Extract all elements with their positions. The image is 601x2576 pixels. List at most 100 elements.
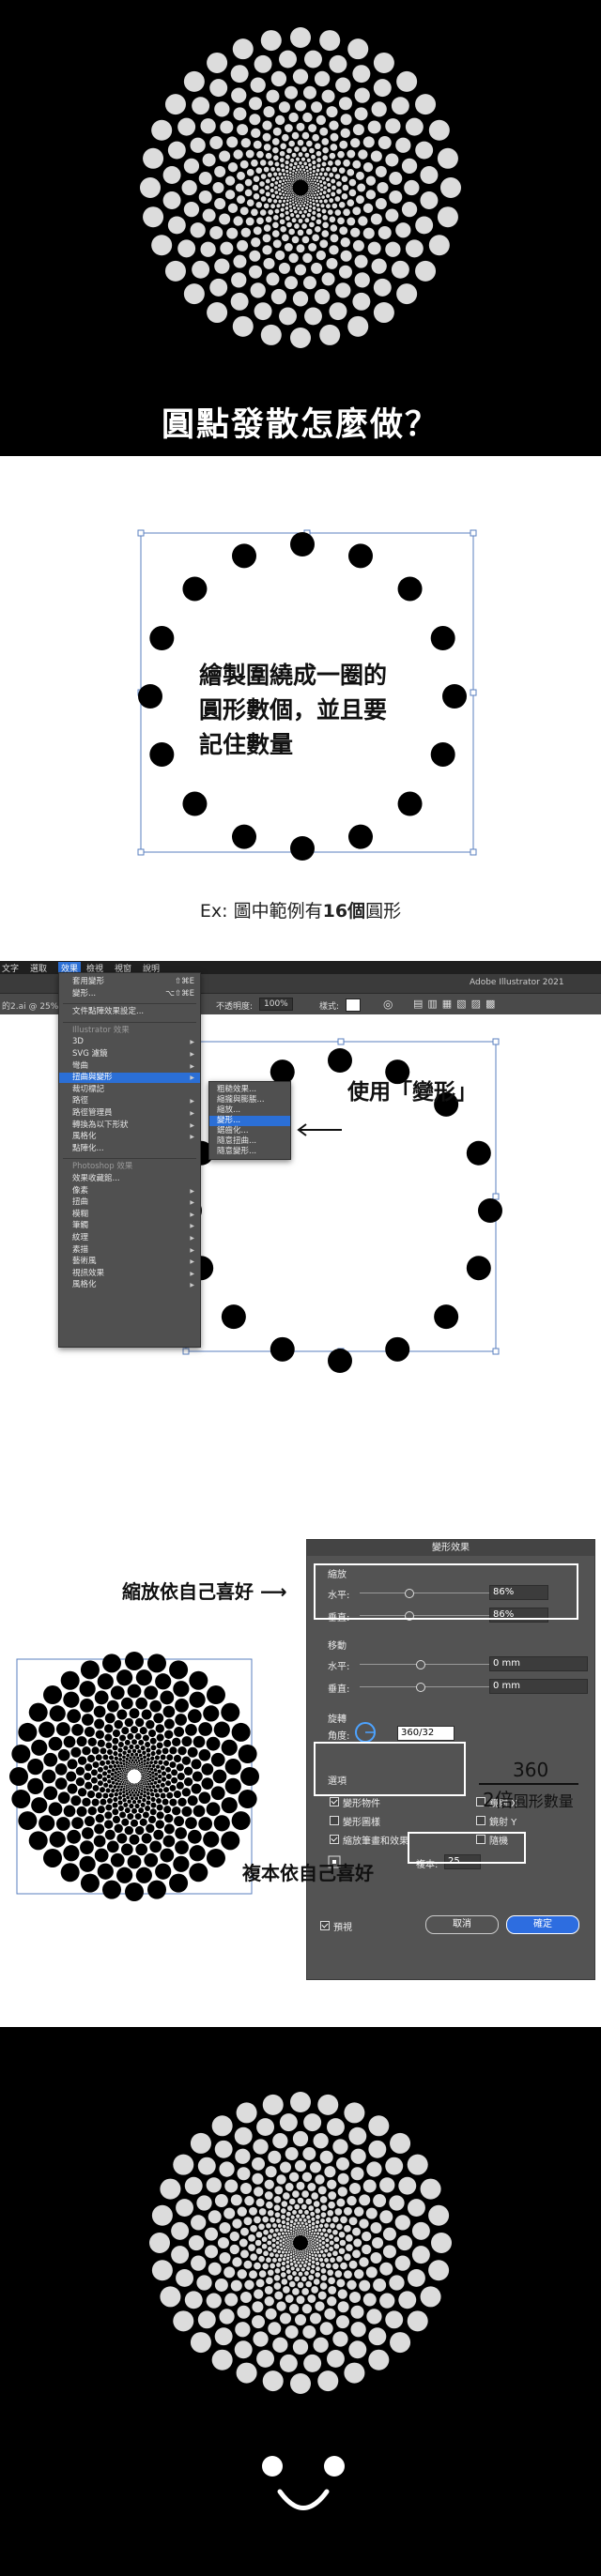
effect-menu-item[interactable]: 轉換為以下形狀 ▶ [59, 1120, 200, 1131]
pattern-dot [244, 2196, 254, 2206]
effect-menu-item[interactable]: 模糊 ▶ [59, 1210, 200, 1220]
pattern-dot [130, 1761, 133, 1764]
pattern-dot [308, 2230, 312, 2233]
pattern-dot [146, 1747, 151, 1753]
distort-menu-item[interactable]: 隨意扭曲... [209, 1136, 290, 1147]
pattern-dot [39, 1815, 55, 1832]
pattern-dot [299, 168, 302, 171]
document-tab[interactable]: 的2.ai @ 25% ( [2, 999, 65, 1012]
pattern-dot [116, 1788, 119, 1792]
distort-menu-item[interactable]: 變形... [209, 1116, 290, 1126]
menu-0[interactable]: 文字 [2, 962, 19, 974]
pattern-dot [127, 1764, 131, 1767]
option-checkbox[interactable] [330, 1797, 339, 1806]
pattern-dot [268, 209, 274, 215]
pattern-dot [263, 2229, 269, 2235]
pattern-dot [197, 2157, 216, 2175]
angle-field[interactable]: 360/32 [397, 1726, 455, 1741]
effect-menu-item[interactable]: 筆觸 ▶ [59, 1221, 200, 1231]
pattern-dot [267, 2240, 272, 2246]
effect-menu-item[interactable]: 路徑 ▶ [59, 1096, 200, 1106]
pattern-dot [306, 2235, 308, 2237]
pattern-dot [368, 2115, 390, 2137]
effect-menu-item[interactable]: 裁切標記 [59, 1085, 200, 1095]
option-checkbox[interactable] [476, 1816, 485, 1825]
style-swatch[interactable] [346, 998, 361, 1012]
pattern-dot [297, 2229, 300, 2232]
pattern-dot [256, 217, 264, 225]
pattern-dot [304, 2253, 307, 2256]
pattern-dot [320, 2263, 325, 2267]
effect-menu-item[interactable]: 文件點陣效果設定... [59, 1007, 200, 1017]
cancel-button[interactable]: 取消 [425, 1915, 499, 1934]
move-h-slider[interactable] [360, 1664, 501, 1665]
ring-dot [182, 791, 208, 816]
pattern-dot [138, 1795, 143, 1800]
pattern-dot [319, 2249, 324, 2254]
preview-checkbox[interactable] [320, 1921, 330, 1930]
pattern-dot [318, 199, 323, 204]
effect-menu-item[interactable]: 彎曲 ▶ [59, 1061, 200, 1072]
pattern-dot [316, 250, 327, 261]
pattern-dot [11, 1789, 31, 1808]
pattern-dot [140, 1745, 146, 1751]
effect-menu-item[interactable]: 藝術風 ▶ [59, 1257, 200, 1267]
recolor-icon[interactable]: ◎ [383, 998, 393, 1011]
pattern-dot [134, 1752, 139, 1757]
effect-menu-item[interactable]: 風格化 ▶ [59, 1280, 200, 1290]
pattern-dot [175, 1714, 187, 1726]
pattern-dot [113, 1796, 118, 1803]
distort-menu-item[interactable]: 縮放... [209, 1105, 290, 1116]
pattern-dot [300, 206, 304, 210]
move-v-knob[interactable] [416, 1683, 425, 1692]
option-checkbox[interactable] [330, 1816, 339, 1825]
move-v-slider[interactable] [360, 1686, 501, 1687]
effect-menu-item[interactable]: 視訊效果 ▶ [59, 1269, 200, 1279]
effect-menu-item[interactable]: 素描 ▶ [59, 1245, 200, 1256]
effect-menu-item[interactable]: SVG 濾鏡 ▶ [59, 1049, 200, 1059]
pattern-dot [350, 227, 361, 237]
submenu-arrow-icon: ▶ [190, 1187, 194, 1195]
distort-menu-item[interactable]: 粗糙效果... [209, 1085, 290, 1095]
effect-menu-item[interactable]: 像素 ▶ [59, 1186, 200, 1197]
align-icons[interactable]: ▤▥▦▧▨▩ [413, 998, 500, 1010]
pattern-dot [138, 1739, 145, 1745]
pattern-dot [153, 1829, 164, 1840]
distort-menu-item[interactable]: 隨意變形... [209, 1147, 290, 1157]
ok-button[interactable]: 確定 [506, 1915, 579, 1934]
pattern-dot [284, 182, 287, 185]
caption-count: 16個 [322, 901, 366, 922]
effect-menu-item[interactable]: 點陣化... [59, 1144, 200, 1154]
pattern-dot [254, 2262, 261, 2270]
pattern-dot [267, 2209, 274, 2217]
pattern-dot [274, 2186, 284, 2195]
pattern-dot [334, 2270, 343, 2278]
move-h-knob[interactable] [416, 1660, 425, 1669]
pattern-dot [396, 283, 418, 305]
pattern-dot [262, 120, 272, 130]
distort-menu-item[interactable]: 縮攏與膨脹... [209, 1095, 290, 1105]
pattern-dot [282, 179, 285, 182]
move-h-field[interactable]: 0 mm [489, 1656, 588, 1671]
effect-menu-item[interactable]: 效果收藏館... [59, 1174, 200, 1184]
pattern-dot [305, 2198, 313, 2205]
effect-menu-item[interactable]: 風格化 ▶ [59, 1132, 200, 1142]
pattern-dot [306, 175, 309, 178]
effect-menu-item[interactable]: 路徑管理員 ▶ [59, 1108, 200, 1119]
effect-menu-item[interactable]: 套用變形 ⇧⌘E [59, 977, 200, 987]
effect-menu-item[interactable]: 扭曲 ▶ [59, 1197, 200, 1208]
pattern-dot [339, 2239, 347, 2247]
move-v-field[interactable]: 0 mm [489, 1679, 588, 1694]
menu-1[interactable]: 選取 [30, 962, 47, 974]
effect-menu-item[interactable]: 變形... ⌥⇧⌘E [59, 989, 200, 999]
angle-dial-icon[interactable] [354, 1721, 377, 1744]
distort-menu-item[interactable]: 鋸齒化... [209, 1126, 290, 1136]
effect-menu-item[interactable]: 紋理 ▶ [59, 1233, 200, 1243]
ring-dot [232, 543, 257, 569]
pattern-dot [231, 1811, 251, 1831]
pattern-dot [304, 199, 307, 202]
option-checkbox[interactable] [330, 1835, 339, 1844]
opacity-field[interactable]: 100% [259, 998, 293, 1011]
effect-menu-item[interactable]: 3D ▶ [59, 1037, 200, 1047]
effect-menu-item[interactable]: 扭曲與變形 ▶ [59, 1073, 200, 1084]
